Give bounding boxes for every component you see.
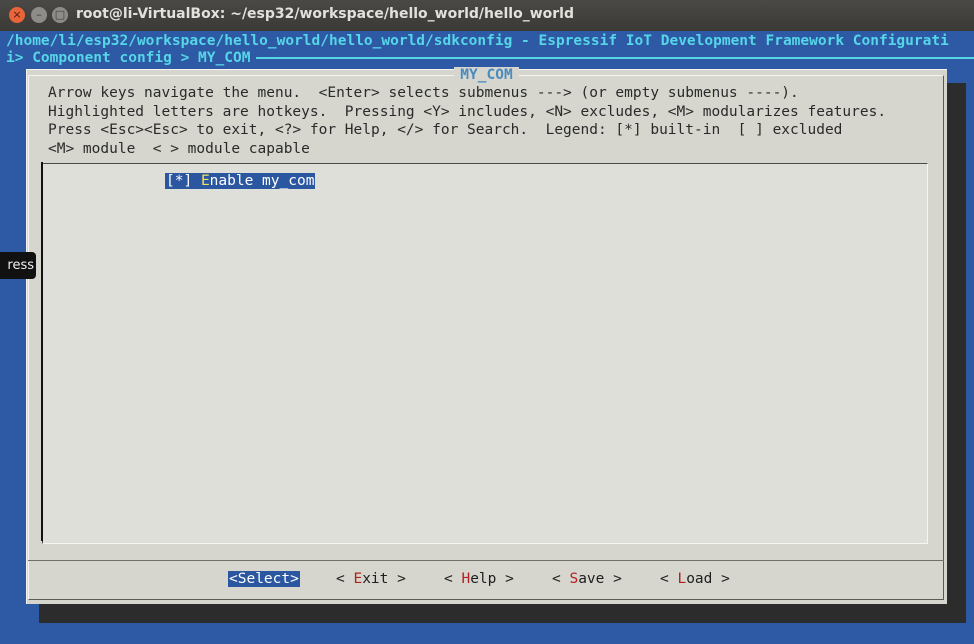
breadcrumb-text: i> Component config > MY_COM [6, 50, 251, 66]
button-bar: <Select> < Exit > < Help > < Save > < Lo… [26, 571, 947, 591]
btn-bracket: < [552, 571, 570, 587]
select-button[interactable]: <Select> [228, 571, 300, 587]
exit-button[interactable]: < Exit > [336, 571, 406, 587]
button-separator [28, 560, 944, 561]
menu-list[interactable]: [*] Enable my_com [41, 162, 928, 544]
window-titlebar: × – □ root@li-VirtualBox: ~/esp32/worksp… [0, 0, 974, 31]
help-line: Press <Esc><Esc> to exit, <?> for Help, … [48, 122, 843, 138]
menu-item-enable-my-com[interactable]: [*] Enable my_com [165, 173, 316, 189]
item-label: nable my_com [209, 173, 315, 189]
help-line: Arrow keys navigate the menu. <Enter> se… [48, 85, 799, 101]
close-icon[interactable]: × [9, 7, 25, 23]
btn-text: elp > [470, 571, 514, 587]
help-line: <M> module < > module capable [48, 140, 310, 157]
btn-hotkey: H [461, 571, 471, 587]
menuconfig-dialog: MY_COM Arrow keys navigate the menu. <En… [26, 67, 947, 604]
btn-text: ave > [578, 571, 622, 587]
btn-text: xit > [362, 571, 406, 587]
btn-hotkey: S [569, 571, 579, 587]
breadcrumb-rule [256, 57, 974, 59]
help-text: Arrow keys navigate the menu. <Enter> se… [48, 84, 886, 158]
breadcrumb: i> Component config > MY_COM [6, 50, 974, 66]
btn-hotkey: L [677, 571, 687, 587]
btn-text: elect> [246, 571, 299, 587]
item-hotkey: E [200, 173, 210, 189]
launcher-tooltip: ress [0, 252, 36, 279]
btn-hotkey: E [353, 571, 363, 587]
window-title: root@li-VirtualBox: ~/esp32/workspace/he… [76, 6, 574, 22]
btn-bracket: < [444, 571, 462, 587]
help-line: Highlighted letters are hotkeys. Pressin… [48, 103, 887, 120]
item-state: [*] [166, 173, 193, 189]
save-button[interactable]: < Save > [552, 571, 622, 587]
dialog-title-text: MY_COM [454, 67, 519, 83]
btn-bracket: < [660, 571, 678, 587]
config-path-line: /home/li/esp32/workspace/hello_world/hel… [6, 33, 949, 49]
list-border-left [41, 162, 48, 541]
btn-bracket: < [229, 571, 238, 587]
maximize-icon[interactable]: □ [52, 7, 68, 23]
dialog-title: MY_COM [26, 67, 947, 83]
help-button[interactable]: < Help > [444, 571, 514, 587]
minimize-icon[interactable]: – [31, 7, 47, 23]
btn-bracket: < [336, 571, 354, 587]
btn-text: oad > [686, 571, 730, 587]
load-button[interactable]: < Load > [660, 571, 730, 587]
